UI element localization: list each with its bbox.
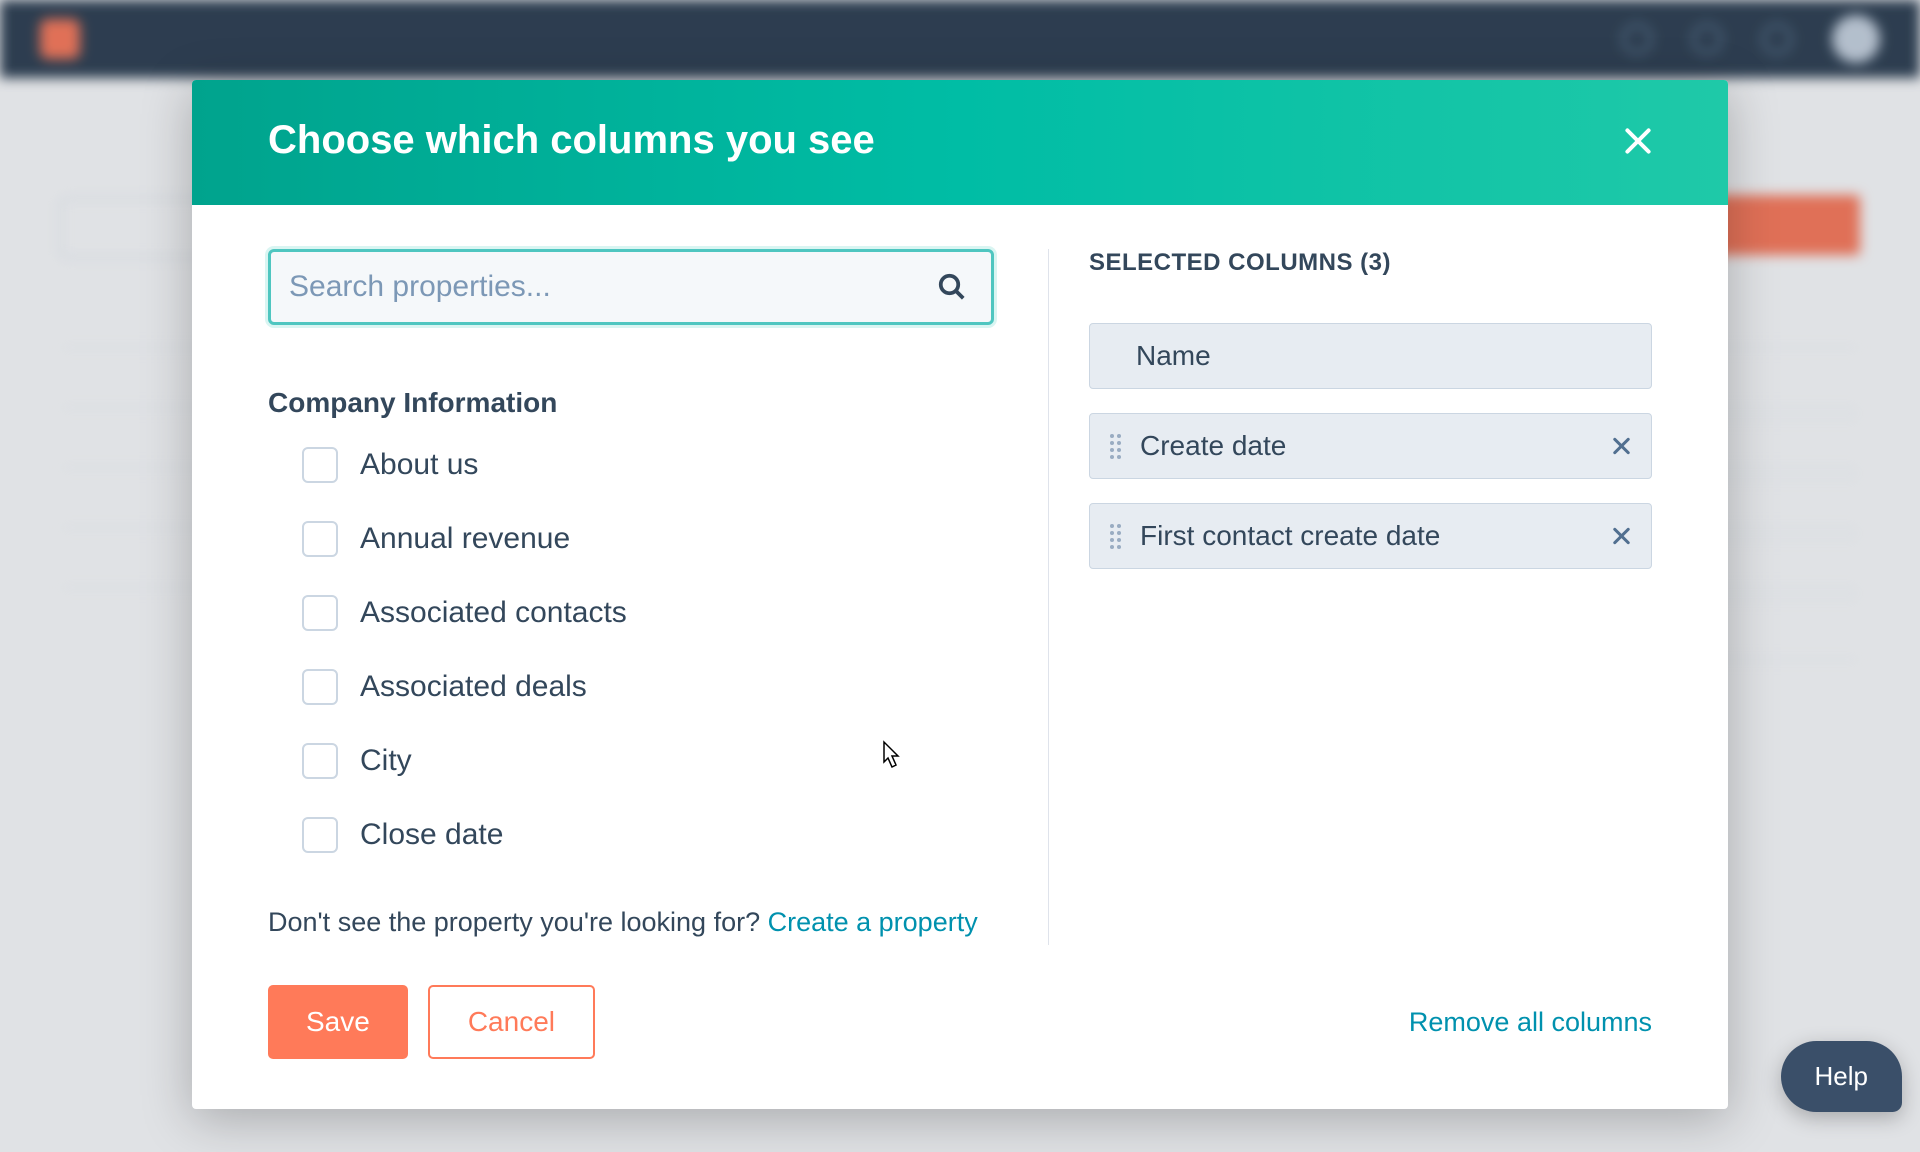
create-property-hint: Don't see the property you're looking fo…: [268, 907, 994, 938]
modal-header: Choose which columns you see: [192, 80, 1728, 205]
checkbox[interactable]: [302, 817, 338, 853]
checkbox[interactable]: [302, 743, 338, 779]
remove-column-icon[interactable]: [1611, 436, 1631, 456]
property-item[interactable]: About us: [302, 447, 994, 483]
selected-column-item[interactable]: Create date: [1089, 413, 1652, 479]
checkbox[interactable]: [302, 595, 338, 631]
property-item[interactable]: Associated contacts: [302, 595, 994, 631]
property-label: Associated contacts: [360, 596, 627, 630]
modal-title: Choose which columns you see: [268, 118, 875, 163]
selected-columns-list: Name Create date First contact create da…: [1089, 323, 1652, 569]
property-label: Annual revenue: [360, 522, 570, 556]
property-item[interactable]: Associated deals: [302, 669, 994, 705]
property-item[interactable]: Close date: [302, 817, 994, 853]
edit-columns-modal: Choose which columns you see Company Inf…: [192, 80, 1728, 1109]
property-list: About us Annual revenue Associated conta…: [268, 447, 994, 853]
search-icon: [937, 272, 967, 302]
selected-column-label: Name: [1104, 340, 1631, 372]
remove-all-columns-link[interactable]: Remove all columns: [1409, 1007, 1652, 1038]
cancel-button[interactable]: Cancel: [428, 985, 595, 1059]
selected-column-label: First contact create date: [1140, 520, 1611, 552]
checkbox[interactable]: [302, 669, 338, 705]
create-property-link[interactable]: Create a property: [768, 907, 978, 937]
modal-footer: Save Cancel Remove all columns: [192, 945, 1728, 1109]
save-button[interactable]: Save: [268, 985, 408, 1059]
help-button[interactable]: Help: [1781, 1041, 1902, 1112]
drag-handle-icon[interactable]: [1104, 434, 1120, 459]
selected-column-item[interactable]: First contact create date: [1089, 503, 1652, 569]
checkbox[interactable]: [302, 521, 338, 557]
property-item[interactable]: City: [302, 743, 994, 779]
property-label: Associated deals: [360, 670, 587, 704]
property-item[interactable]: Annual revenue: [302, 521, 994, 557]
property-label: Close date: [360, 818, 503, 852]
property-label: City: [360, 744, 412, 778]
available-properties-pane: Company Information About us Annual reve…: [268, 249, 1048, 945]
drag-handle-icon[interactable]: [1104, 524, 1120, 549]
hint-text: Don't see the property you're looking fo…: [268, 907, 768, 937]
property-group-heading: Company Information: [268, 387, 994, 419]
search-properties-field[interactable]: [268, 249, 994, 325]
close-icon[interactable]: [1622, 126, 1652, 156]
selected-columns-heading: SELECTED COLUMNS (3): [1089, 249, 1652, 277]
search-input[interactable]: [289, 270, 937, 304]
checkbox[interactable]: [302, 447, 338, 483]
selected-column-item[interactable]: Name: [1089, 323, 1652, 389]
remove-column-icon[interactable]: [1611, 526, 1631, 546]
property-label: About us: [360, 448, 478, 482]
selected-columns-pane: SELECTED COLUMNS (3) Name Create date Fi…: [1049, 249, 1652, 945]
selected-column-label: Create date: [1140, 430, 1611, 462]
